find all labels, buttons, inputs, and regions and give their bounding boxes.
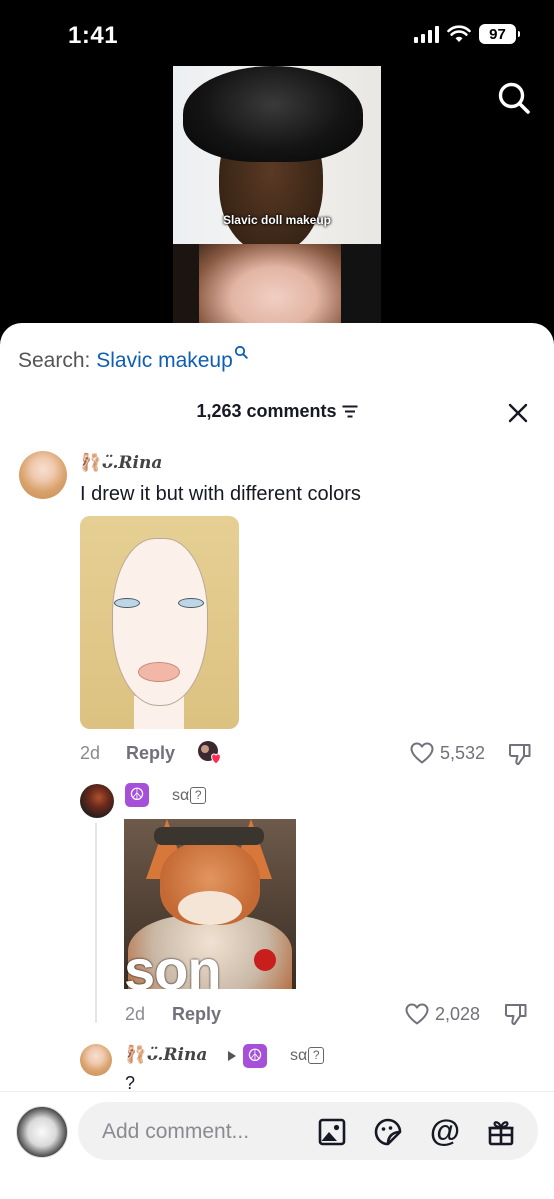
comment-composer: Add comment... @ xyxy=(0,1093,554,1199)
reply-username[interactable]: 🩰ᴗ̈.Rina xyxy=(125,1045,207,1065)
reply-thread-line xyxy=(95,823,97,1023)
video-caption: Slavic doll makeup xyxy=(222,213,332,227)
search-query-link[interactable]: Slavic makeup xyxy=(96,349,233,372)
reply-username-text: sα xyxy=(172,787,190,804)
username-text: ᴗ̈.Rina xyxy=(146,1045,208,1065)
reply-to-username-text: sα xyxy=(290,1047,308,1064)
reply-age: 2d xyxy=(125,1004,146,1024)
video-after-frame xyxy=(173,244,381,330)
heart-icon xyxy=(405,1003,429,1025)
comment-username[interactable]: 🩰ᴗ̈.Rina xyxy=(80,453,162,473)
username-emoji: 🩰 xyxy=(80,453,102,473)
add-comment-input[interactable]: Add comment... @ xyxy=(78,1102,538,1160)
unsupported-glyph: ? xyxy=(190,787,207,804)
reply-like-button[interactable]: 2,028 xyxy=(405,1003,480,1025)
reply-button[interactable]: Reply xyxy=(126,743,175,764)
like-button[interactable]: 5,532 xyxy=(410,742,485,764)
divider xyxy=(0,1091,554,1092)
dislike-icon[interactable] xyxy=(507,741,533,767)
gift-icon[interactable] xyxy=(486,1117,516,1147)
image-icon[interactable] xyxy=(317,1117,347,1147)
search-link-icon xyxy=(234,345,248,359)
sort-filter-icon[interactable] xyxy=(342,405,358,418)
video-thumbnail[interactable]: Slavic doll makeup xyxy=(173,66,381,330)
reply-arrow-icon xyxy=(228,1051,236,1061)
reply-username[interactable]: sα? xyxy=(172,787,207,805)
heart-icon xyxy=(410,742,434,764)
status-bar: 1:41 97 xyxy=(0,0,554,64)
comment-age: 2d xyxy=(80,743,101,763)
sticker-icon[interactable] xyxy=(373,1117,403,1147)
comment-text: I drew it but with different colors xyxy=(80,483,361,505)
avatar[interactable] xyxy=(19,451,67,499)
creator-liked-icon xyxy=(198,741,221,765)
search-label: Search: xyxy=(18,349,91,372)
mention-icon[interactable]: @ xyxy=(428,1114,462,1148)
comments-count: 1,263 comments xyxy=(196,401,337,421)
close-icon[interactable] xyxy=(508,403,528,423)
status-time: 1:41 xyxy=(68,22,119,49)
cellular-signal-icon xyxy=(414,25,439,43)
reply-to-username[interactable]: sα? xyxy=(290,1047,325,1065)
self-avatar xyxy=(16,1106,68,1158)
reply-avatar[interactable] xyxy=(80,1044,112,1076)
username-emoji: 🩰 xyxy=(125,1045,147,1065)
meme-caption: son xyxy=(124,938,222,989)
like-count: 5,532 xyxy=(440,742,486,763)
dislike-icon[interactable] xyxy=(503,1001,529,1027)
status-icons: 97 xyxy=(414,24,520,44)
reply-meme-image[interactable]: son xyxy=(124,819,296,989)
comments-count-header[interactable]: 1,263 comments xyxy=(0,401,554,422)
username-text: ᴗ̈.Rina xyxy=(101,453,163,473)
bonnet-shape xyxy=(183,66,363,162)
search-icon[interactable] xyxy=(496,80,532,116)
peace-badge: ☮ xyxy=(243,1044,267,1068)
comments-sheet: Search: Slavic makeup 1,263 comments 🩰ᴗ̈… xyxy=(0,323,554,1199)
rose-icon xyxy=(254,949,276,971)
like-count: 2,028 xyxy=(435,1003,481,1024)
unsupported-glyph: ? xyxy=(308,1047,325,1064)
battery-indicator: 97 xyxy=(479,24,520,44)
reply-avatar[interactable] xyxy=(80,784,114,818)
comment-placeholder: Add comment... xyxy=(102,1120,250,1143)
comment-drawing-image[interactable] xyxy=(80,516,239,729)
reply-button[interactable]: Reply xyxy=(172,1004,221,1025)
search-suggestion[interactable]: Search: Slavic makeup xyxy=(18,345,248,373)
peace-badge: ☮ xyxy=(125,783,149,807)
wifi-icon xyxy=(447,25,471,42)
